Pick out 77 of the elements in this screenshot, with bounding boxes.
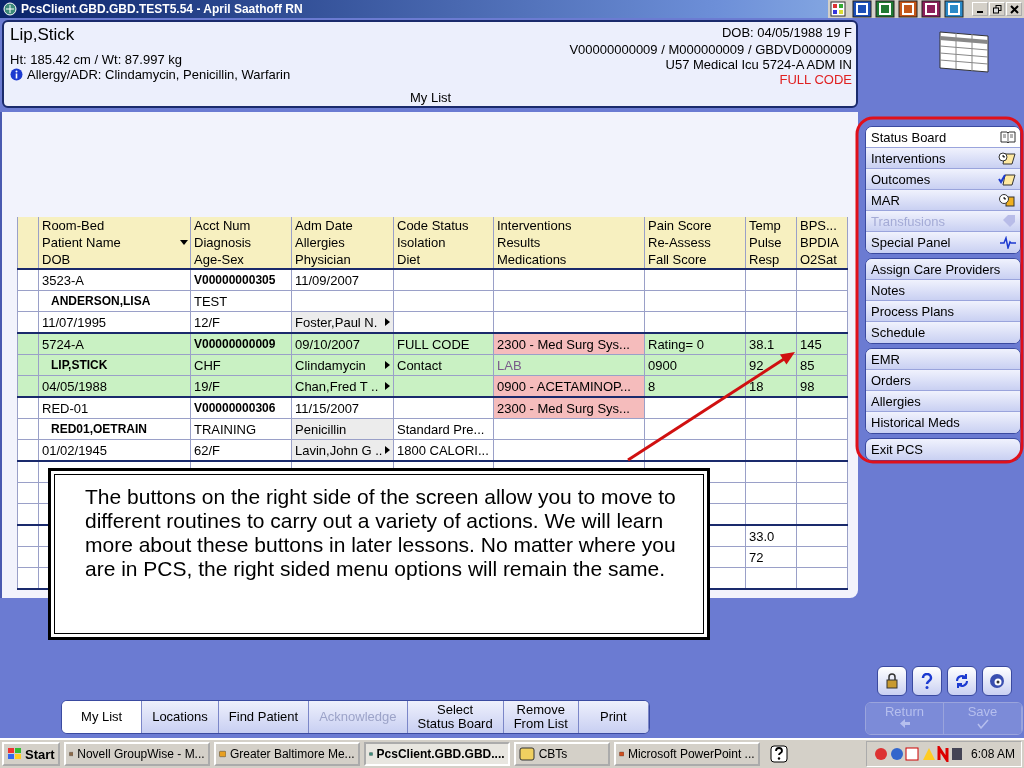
menu-item[interactable]: Historical Meds <box>866 412 1020 433</box>
table-cell: RED01,OETRAIN <box>38 418 191 440</box>
start-button[interactable]: Start <box>2 742 60 766</box>
column-header[interactable]: Medications <box>493 251 645 269</box>
menu-item[interactable]: Process Plans <box>866 301 1020 322</box>
column-header[interactable]: Results <box>493 234 645 251</box>
bottom-tab[interactable]: Locations <box>142 701 219 733</box>
taskbar-item[interactable]: Microsoft PowerPoint ... <box>613 742 760 766</box>
column-header[interactable]: Re-Assess <box>644 234 746 251</box>
patient-name: Lip,Stick <box>10 25 76 45</box>
table-cell: 3523-A <box>38 269 191 291</box>
menu-item[interactable]: MAR <box>866 190 1020 211</box>
column-header[interactable]: Interventions <box>493 217 645 234</box>
bottom-tab[interactable]: Remove From List <box>503 701 579 733</box>
table-cell: 11/09/2007 <box>291 269 394 291</box>
table-cell: TEST <box>190 290 292 312</box>
code-status: FULL CODE <box>779 72 852 87</box>
table-cell: 72 <box>745 546 797 568</box>
window-title: PcsClient.GBD.GBD.TEST5.54 - April Saathoff RN <box>21 2 303 16</box>
table-cell: Standard Pre... <box>393 418 494 440</box>
table-cell: TRAINING <box>190 418 292 440</box>
column-header[interactable]: Diet <box>393 251 494 269</box>
allergy-text: Allergy/ADR: Clindamycin, Penicillin, Warfarin <box>27 67 291 82</box>
bottom-tab[interactable]: My List <box>62 701 143 733</box>
taskbar-item[interactable]: Greater Baltimore Me... <box>213 742 360 766</box>
height-weight: Ht: 185.42 cm / Wt: 87.997 kg <box>10 52 183 67</box>
table-cell: 11/15/2007 <box>291 397 394 419</box>
column-header[interactable]: Pain Score <box>644 217 746 234</box>
column-header[interactable]: BPS... <box>796 217 848 234</box>
table-cell: RED-01 <box>38 397 191 419</box>
menu-item[interactable]: Assign Care Providers <box>866 259 1020 280</box>
bottom-tab[interactable]: Print <box>578 701 649 733</box>
menu-item[interactable]: Special Panel <box>866 232 1020 253</box>
table-cell: 33.0 <box>745 525 797 547</box>
bottom-tab[interactable]: Select Status Board <box>407 701 504 733</box>
column-header[interactable]: Allergies <box>291 234 394 251</box>
patient-dob: DOB: 04/05/1988 19 F <box>721 25 852 40</box>
column-header[interactable]: O2Sat <box>796 251 848 269</box>
column-header[interactable]: Physician <box>291 251 394 269</box>
table-cell: V00000000306 <box>190 397 292 419</box>
column-header[interactable]: Temp <box>745 217 797 234</box>
menu-item[interactable]: Status Board <box>866 127 1020 148</box>
callout-text: The buttons on the right side of the screen allow you to move to different routines to carry out a variety of actions. We will learn more about these buttons in later lessons. No matter where you are in PCS, the right sided menu options will remain the same. <box>85 485 677 581</box>
table-cell: V00000000305 <box>190 269 292 291</box>
column-header[interactable]: Pulse <box>745 234 797 251</box>
taskbar-item[interactable]: Novell GroupWise - M... <box>63 742 210 766</box>
table-cell: 62/F <box>190 439 292 461</box>
column-header[interactable]: DOB <box>38 251 191 269</box>
menu-item[interactable]: Orders <box>866 370 1020 391</box>
column-header[interactable]: Fall Score <box>644 251 746 269</box>
column-header[interactable]: Age-Sex <box>190 251 292 269</box>
menu-item[interactable]: EMR <box>866 349 1020 370</box>
column-header[interactable]: Isolation <box>393 234 494 251</box>
menu-item[interactable]: Notes <box>866 280 1020 301</box>
menu-item[interactable]: Outcomes <box>866 169 1020 190</box>
column-header[interactable]: Patient Name <box>38 234 191 251</box>
column-header[interactable]: Acct Num <box>190 217 292 234</box>
table-cell: 1800 CALORI... <box>393 439 494 461</box>
clock: 6:08 AM <box>970 747 1015 761</box>
menu-item[interactable]: Exit PCS <box>866 439 1020 460</box>
column-header[interactable]: Adm Date <box>291 217 394 234</box>
menu-item[interactable]: Schedule <box>866 322 1020 343</box>
list-title: My List <box>410 90 452 105</box>
patient-location: U57 Medical Icu 5724-A ADM IN <box>665 57 852 72</box>
menu-item[interactable]: Allergies <box>866 391 1020 412</box>
bottom-tab[interactable]: Find Patient <box>218 701 310 733</box>
table-cell: ANDERSON,LISA <box>38 290 191 312</box>
column-header[interactable]: Code Status <box>393 217 494 234</box>
taskbar-item[interactable]: CBTs <box>513 742 610 766</box>
patient-ids: V00000000009 / M000000009 / GBDVD0000009 <box>569 42 852 57</box>
column-header[interactable]: BPDIA <box>796 234 848 251</box>
column-header[interactable]: Resp <box>745 251 797 269</box>
table-cell: 01/02/1945 <box>38 439 191 461</box>
menu-item[interactable]: Interventions <box>866 148 1020 169</box>
column-header[interactable]: Diagnosis <box>190 234 292 251</box>
column-header[interactable]: Room-Bed <box>38 217 191 234</box>
taskbar-item[interactable]: PcsClient.GBD.GBD.... <box>363 742 510 766</box>
